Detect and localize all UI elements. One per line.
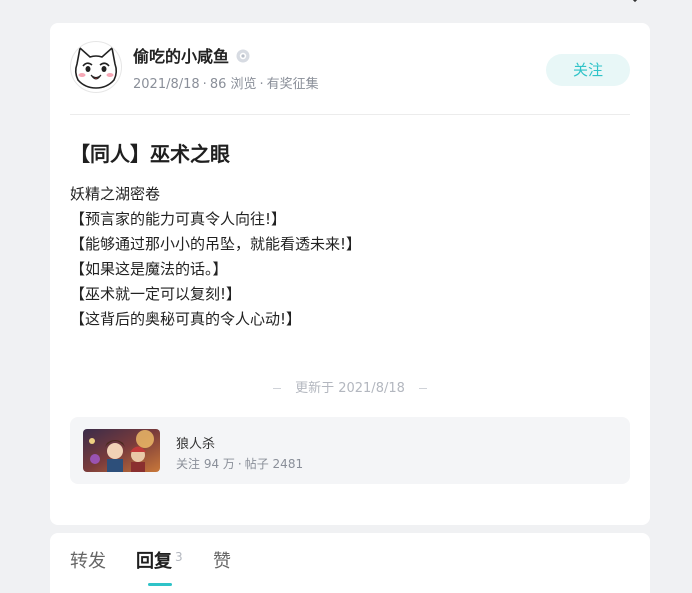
tab-like[interactable]: 赞 — [213, 547, 231, 573]
post-line: 【预言家的能力可真令人向往!】 — [70, 210, 287, 228]
community-followers: 关注 94 万 — [176, 457, 235, 471]
cat-face-icon — [74, 46, 118, 89]
verified-badge-icon — [236, 49, 250, 63]
post-meta: 2021/8/18 · 86 浏览 · 有奖征集 — [133, 77, 319, 92]
community-cover-image — [83, 429, 160, 472]
post-line: 【这背后的奥秘可真的令人心动!】 — [70, 310, 302, 328]
tab-reply-count: 3 — [175, 550, 183, 564]
dash-right — [418, 388, 427, 389]
community-name: 狼人杀 — [176, 437, 216, 452]
community-posts: 帖子 2481 — [244, 457, 304, 471]
chevron-down-icon[interactable] — [628, 0, 642, 4]
comment-tabs: 转发 回复 3 赞 — [50, 533, 650, 593]
post-line: 【能够通过那小小的吊坠，就能看透未来!】 — [70, 235, 362, 253]
post-line: 【如果这是魔法的话。】 — [70, 260, 228, 278]
post-date: 2021/8/18 — [133, 77, 200, 92]
follow-button[interactable]: 关注 — [546, 54, 630, 86]
community-thumbnail — [83, 429, 160, 472]
tab-reply[interactable]: 回复 3 — [136, 547, 183, 573]
post-body: 妖精之湖密卷 【预言家的能力可真令人向往!】 【能够通过那小小的吊坠，就能看透未… — [70, 182, 630, 332]
author-name[interactable]: 偷吃的小咸鱼 — [133, 43, 229, 67]
tab-forward[interactable]: 转发 — [70, 547, 106, 573]
post-title: 【同人】巫术之眼 — [70, 142, 230, 166]
event-tag[interactable]: 有奖征集 — [267, 77, 319, 92]
dash-left — [273, 388, 282, 389]
post-line: 【巫术就一定可以复刻!】 — [70, 285, 242, 303]
view-count: 86 浏览 — [209, 77, 257, 92]
author-avatar[interactable] — [70, 41, 122, 93]
header-divider — [70, 114, 630, 115]
tab-reply-label: 回复 — [136, 551, 172, 572]
updated-note: 更新于 2021/8/18 — [50, 377, 650, 396]
community-stats: 关注 94 万 · 帖子 2481 — [176, 457, 304, 471]
post-card: 偷吃的小咸鱼 2021/8/18 · 86 浏览 · 有奖征集 关注 【同人】巫术之眼 … — [50, 23, 650, 525]
active-tab-indicator — [148, 583, 172, 586]
updated-text: 更新于 2021/8/18 — [295, 381, 405, 396]
community-card[interactable]: 狼人杀 关注 94 万 · 帖子 2481 — [70, 417, 630, 484]
post-line: 妖精之湖密卷 — [70, 185, 161, 203]
